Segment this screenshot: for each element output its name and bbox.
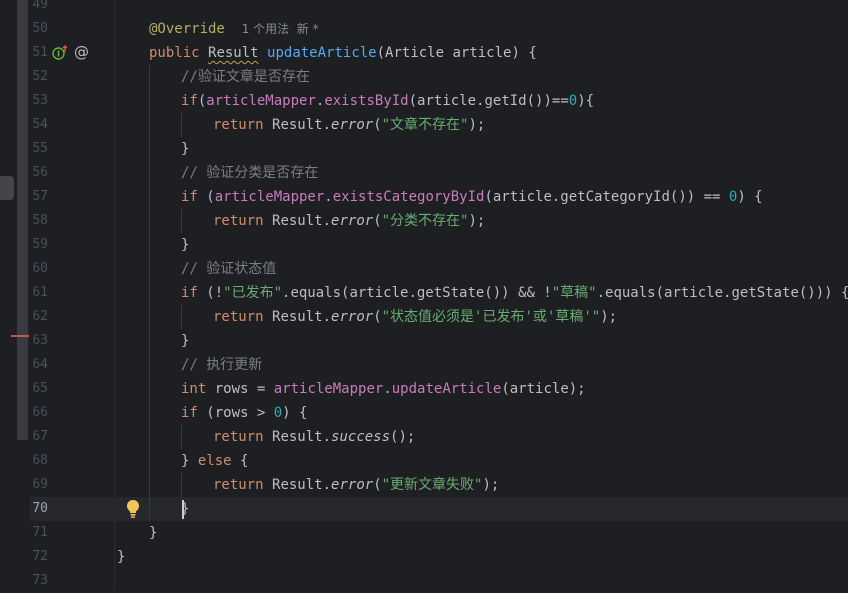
line-number: 60 (32, 261, 48, 276)
line-number: 67 (32, 429, 48, 444)
code-text[interactable]: if (!"已发布".equals(article.getState()) &&… (181, 281, 848, 305)
code-line: 57 if (articleMapper.existsCategoryById(… (0, 185, 848, 209)
code-text[interactable]: return Result.error("更新文章失败"); (213, 473, 499, 497)
code-text[interactable]: } (181, 137, 189, 161)
code-line: 51 public Result updateArticle(Article a… (0, 41, 848, 65)
svg-text:I: I (57, 50, 60, 59)
code-text[interactable]: return Result.error("分类不存在"); (213, 209, 485, 233)
code-line: 53 if(articleMapper.existsById(article.g… (0, 89, 848, 113)
line-number: 53 (32, 93, 48, 108)
code-line: 62 return Result.error("状态值必须是'已发布'或'草稿'… (0, 305, 848, 329)
code-line: 68 } else { (0, 449, 848, 473)
code-line: 71 } (0, 521, 848, 545)
code-line: 61 if (!"已发布".equals(article.getState())… (0, 281, 848, 305)
line-number: 68 (32, 453, 48, 468)
code-text[interactable]: } (181, 233, 189, 257)
code-text[interactable]: if (rows > 0) { (181, 401, 307, 425)
code-line: 56 // 验证分类是否存在 (0, 161, 848, 185)
line-number: 55 (32, 141, 48, 156)
line-number: 57 (32, 189, 48, 204)
code-text[interactable]: @Override 1 个用法 新 * (149, 17, 319, 41)
line-number: 66 (32, 405, 48, 420)
code-text[interactable]: int rows = articleMapper.updateArticle(a… (181, 377, 586, 401)
code-line: 73 (0, 569, 848, 593)
code-text[interactable]: return Result.error("状态值必须是'已发布'或'草稿'"); (213, 305, 617, 329)
code-line: 66 if (rows > 0) { (0, 401, 848, 425)
code-line: 63 } (0, 329, 848, 353)
line-number: 52 (32, 69, 48, 84)
code-text[interactable]: //验证文章是否存在 (181, 65, 310, 89)
line-number: 73 (32, 573, 48, 588)
at-annotation-icon[interactable]: @ (74, 43, 89, 61)
line-number: 50 (32, 21, 48, 36)
code-text[interactable]: } (181, 329, 189, 353)
code-text[interactable]: } (149, 521, 157, 545)
lightbulb-icon[interactable] (125, 499, 141, 519)
line-number: 71 (32, 525, 48, 540)
line-number: 64 (32, 357, 48, 372)
code-line: 49 (0, 0, 848, 17)
code-line: 64 // 执行更新 (0, 353, 848, 377)
code-line: 60 // 验证状态值 (0, 257, 848, 281)
code-text[interactable]: } (117, 545, 125, 569)
code-text[interactable]: if(articleMapper.existsById(article.getI… (181, 89, 594, 113)
line-number: 62 (32, 309, 48, 324)
line-number: 65 (32, 381, 48, 396)
code-text[interactable]: // 执行更新 (181, 353, 262, 377)
code-line: 65 int rows = articleMapper.updateArticl… (0, 377, 848, 401)
line-number: 51 (32, 45, 48, 60)
line-number: 72 (32, 549, 48, 564)
line-number: 69 (32, 477, 48, 492)
code-line: 59 } (0, 233, 848, 257)
code-text[interactable]: if (articleMapper.existsCategoryById(art… (181, 185, 763, 209)
line-number-current: 70 (32, 501, 48, 516)
line-number: 59 (32, 237, 48, 252)
code-text[interactable]: // 验证状态值 (181, 257, 276, 281)
text-caret (182, 500, 184, 519)
line-number: 49 (32, 0, 48, 12)
code-text[interactable]: // 验证分类是否存在 (181, 161, 318, 185)
code-line: 69 return Result.error("更新文章失败"); (0, 473, 848, 497)
line-number: 61 (32, 285, 48, 300)
usage-hint[interactable]: 1 个用法 新 * (242, 22, 319, 36)
line-number: 63 (32, 333, 48, 348)
code-text[interactable]: } else { (181, 449, 248, 473)
implement-up-icon[interactable]: I (52, 45, 68, 61)
code-line: 54 return Result.error("文章不存在"); (0, 113, 848, 137)
line-number: 54 (32, 117, 48, 132)
line-number: 58 (32, 213, 48, 228)
code-line: 52 //验证文章是否存在 (0, 65, 848, 89)
code-line: 55 } (0, 137, 848, 161)
code-text[interactable]: return Result.success(); (213, 425, 415, 449)
code-line: 67 return Result.success(); (0, 425, 848, 449)
line-number: 56 (32, 165, 48, 180)
code-line: 72 } (0, 545, 848, 569)
code-text[interactable]: public Result updateArticle(Article arti… (149, 41, 537, 65)
code-text[interactable]: return Result.error("文章不存在"); (213, 113, 485, 137)
code-line: 50 @Override 1 个用法 新 * (0, 17, 848, 41)
code-line: 58 return Result.error("分类不存在"); (0, 209, 848, 233)
